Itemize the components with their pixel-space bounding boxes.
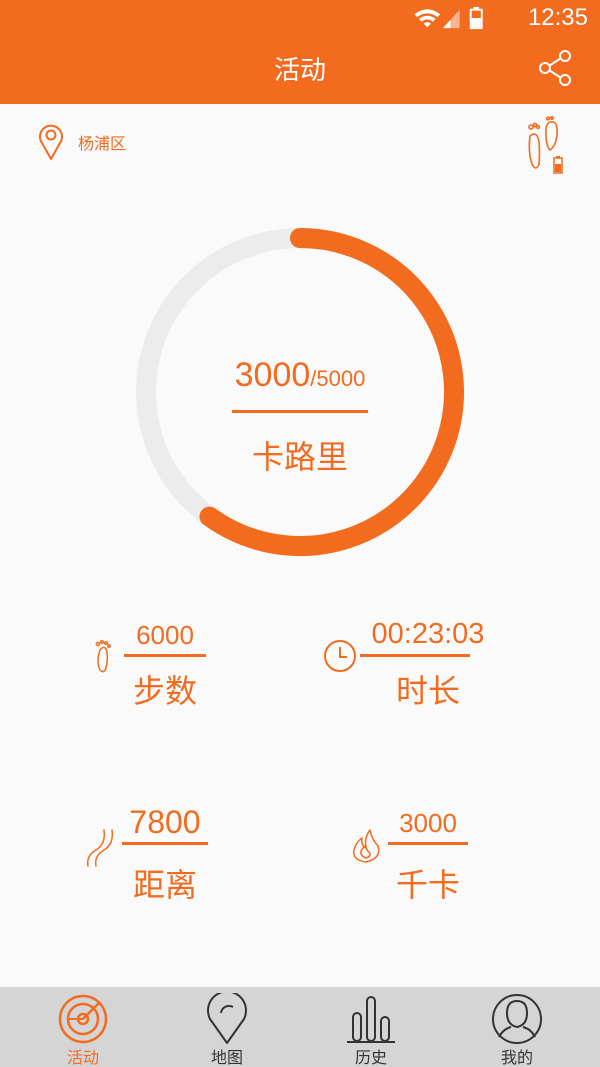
nav-label: 我的 <box>500 1048 533 1067</box>
stat-divider <box>124 654 206 657</box>
profile-icon <box>492 994 542 1044</box>
radar-icon <box>58 994 108 1044</box>
stat-value: 00:23:03 <box>371 618 485 650</box>
flame-icon <box>353 829 380 863</box>
calorie-current: 3000 <box>234 356 311 394</box>
clock-icon <box>324 640 356 672</box>
stat-label: 距离 <box>132 866 197 904</box>
stat-steps: 6000 步数 <box>90 620 240 710</box>
page-title: 活动 <box>273 56 326 86</box>
share-icon[interactable] <box>536 48 576 88</box>
stat-kcal: 3000 千卡 <box>348 808 478 908</box>
nav-item-map[interactable]: 地图 <box>152 987 302 1067</box>
map-pin-icon <box>207 993 247 1044</box>
stat-value: 7800 <box>129 804 201 840</box>
status-time: 12:35 <box>527 4 588 31</box>
stat-divider <box>122 842 208 845</box>
stat-divider <box>388 842 468 845</box>
status-bar: 12:35 <box>0 0 600 36</box>
device-feet-icon[interactable] <box>524 116 564 176</box>
stat-value: 3000 <box>399 808 457 838</box>
nav-item-activity[interactable]: 活动 <box>8 987 158 1067</box>
bottom-nav: 活动 地图 历史 我的 <box>0 987 600 1067</box>
status-icons <box>414 6 483 30</box>
footprint-icon <box>95 639 111 673</box>
nav-label: 历史 <box>354 1048 387 1067</box>
location-pin-icon <box>39 124 63 160</box>
ring-divider <box>232 410 368 413</box>
stat-duration: 00:23:03 时长 <box>320 618 500 710</box>
stat-distance: 7800 距离 <box>84 804 224 904</box>
stat-label: 步数 <box>132 672 197 710</box>
calorie-value: 3000/5000 <box>132 356 468 395</box>
path-icon <box>86 829 114 867</box>
wifi-icon <box>414 9 441 28</box>
bar-chart-icon <box>347 996 395 1043</box>
stat-value: 6000 <box>136 620 194 650</box>
stat-label: 时长 <box>395 672 460 710</box>
battery-icon <box>469 6 483 30</box>
nav-item-history[interactable]: 历史 <box>296 987 446 1067</box>
nav-label: 地图 <box>210 1048 243 1067</box>
signal-icon <box>443 9 460 29</box>
location[interactable]: 杨浦区 <box>38 122 126 162</box>
nav-label: 活动 <box>66 1048 99 1067</box>
app-bar: 活动 <box>0 36 600 104</box>
calorie-goal: /5000 <box>310 366 366 391</box>
nav-item-profile[interactable]: 我的 <box>442 987 592 1067</box>
stat-label: 千卡 <box>395 866 460 904</box>
calorie-label: 卡路里 <box>251 438 348 476</box>
location-label: 杨浦区 <box>78 134 127 153</box>
stat-divider <box>360 654 470 657</box>
